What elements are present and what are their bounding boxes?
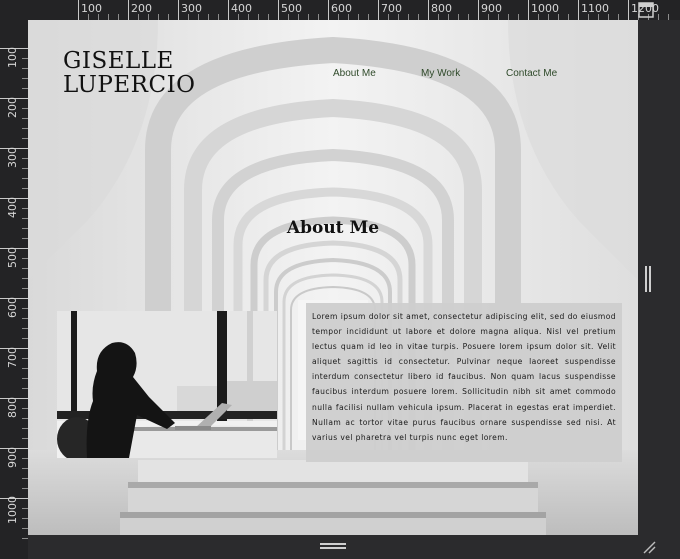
nav-link-my-work[interactable]: My Work xyxy=(421,68,460,79)
nav-link-contact-me[interactable]: Contact Me xyxy=(506,68,557,79)
ruler-major-tick xyxy=(378,0,379,20)
nav-link-about-me[interactable]: About Me xyxy=(333,68,376,79)
about-text-box: Lorem ipsum dolor sit amet, consectetur … xyxy=(306,303,622,462)
brand-first-name: GISELLE xyxy=(63,48,174,74)
ruler-left-label: 100 xyxy=(6,47,19,68)
ruler-left-label: 600 xyxy=(6,297,19,318)
profile-photo xyxy=(57,311,277,458)
page-canvas[interactable]: GISELLE LUPERCIO About Me My Work Contac… xyxy=(28,20,638,535)
ruler-left-label: 800 xyxy=(6,397,19,418)
ruler-left-label: 400 xyxy=(6,197,19,218)
brand-last-name: LUPERCIO xyxy=(63,72,196,98)
ruler-major-tick xyxy=(228,0,229,20)
vertical-ruler: 100 200 300 400 500 600 700 800 900 1000 xyxy=(0,20,29,559)
ruler-left-label: 1000 xyxy=(6,496,19,524)
ruler-major-tick xyxy=(128,0,129,20)
ruler-left-label: 900 xyxy=(6,447,19,468)
ruler-top-label: 1100 xyxy=(581,2,609,15)
horizontal-ruler: 100 200 300 400 500 600 700 800 900 1000 1100 1200 xyxy=(0,0,680,21)
site-brand-logo[interactable]: GISELLE LUPERCIO xyxy=(63,49,196,97)
ruler-major-tick xyxy=(628,0,629,20)
about-paragraph: Lorem ipsum dolor sit amet, consectetur … xyxy=(312,312,616,442)
ruler-left-label: 500 xyxy=(6,247,19,268)
section-title: About Me xyxy=(286,218,380,238)
ruler-major-tick xyxy=(328,0,329,20)
ruler-major-tick xyxy=(428,0,429,20)
ruler-major-tick xyxy=(578,0,579,20)
ruler-left-label: 300 xyxy=(6,147,19,168)
ruler-major-tick xyxy=(478,0,479,20)
ruler-major-tick xyxy=(528,0,529,20)
ruler-left-label: 700 xyxy=(6,347,19,368)
ruler-major-tick xyxy=(78,0,79,20)
ruler-left-label: 200 xyxy=(6,97,19,118)
vertical-drag-handle-icon[interactable] xyxy=(645,266,652,292)
ruler-top-label: 1000 xyxy=(531,2,559,15)
frame-corner-icon[interactable] xyxy=(638,2,654,18)
horizontal-drag-handle-icon[interactable] xyxy=(320,543,346,550)
ruler-major-tick xyxy=(178,0,179,20)
ruler-major-tick xyxy=(278,0,279,20)
resize-grip-icon[interactable] xyxy=(642,540,656,554)
